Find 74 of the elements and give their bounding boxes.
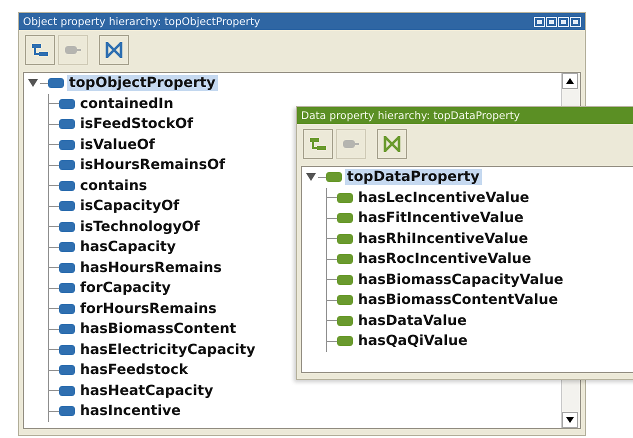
toolbar-button[interactable]	[99, 35, 129, 65]
hierarchy-icon	[309, 136, 327, 152]
property-icon	[337, 234, 353, 244]
toolbar-button[interactable]	[303, 129, 333, 159]
property-icon	[337, 254, 353, 264]
property-icon	[59, 98, 75, 109]
property-icon	[59, 180, 75, 191]
cross-icon	[105, 41, 123, 59]
tree-item[interactable]: hasBiomassCapacityValue	[356, 272, 566, 288]
cross-icon	[383, 135, 401, 153]
property-icon	[59, 344, 75, 355]
tree-item[interactable]: hasFitIncentiveValue	[356, 210, 526, 226]
property-icon	[59, 304, 75, 314]
tree-item[interactable]: hasHeatCapacity	[78, 382, 216, 399]
tree-item[interactable]: isFeedStockOf	[78, 116, 196, 132]
tree-item[interactable]: hasIncentive	[78, 403, 183, 420]
tree-item[interactable]: hasRhiIncentiveValue	[356, 230, 530, 247]
expand-arrow-icon[interactable]	[306, 172, 316, 182]
window-button-icon[interactable]	[570, 16, 581, 26]
tree-item[interactable]: forHoursRemains	[78, 300, 219, 317]
property-icon	[337, 274, 353, 285]
scroll-down-button[interactable]	[562, 412, 578, 428]
property-icon	[337, 336, 353, 346]
expand-arrow-icon[interactable]	[28, 78, 38, 88]
tree-item[interactable]: contains	[78, 178, 150, 194]
toolbar-button[interactable]	[25, 35, 55, 65]
property-icon	[59, 386, 75, 396]
tree-item[interactable]: topDataProperty	[345, 169, 482, 186]
property-icon	[337, 213, 353, 224]
tree-item[interactable]: hasElectricityCapacity	[78, 342, 258, 358]
window-button-icon[interactable]	[546, 16, 557, 26]
property-icon	[59, 324, 75, 334]
tree-item[interactable]: isTechnologyOf	[78, 218, 202, 235]
scroll-up-button[interactable]	[562, 73, 578, 89]
property-icon	[59, 406, 75, 416]
property-icon	[59, 160, 75, 170]
tree-item[interactable]: isHoursRemainsOf	[78, 157, 228, 174]
up-arrow-icon	[566, 78, 574, 84]
property-icon	[59, 283, 75, 294]
panel-title: Data property hierarchy: topDataProperty	[301, 110, 520, 122]
tree-item[interactable]: isCapacityOf	[78, 198, 182, 214]
remove-icon	[64, 43, 82, 57]
hierarchy-icon	[31, 42, 49, 58]
window-button-icon[interactable]	[558, 16, 569, 26]
panel-title: Object property hierarchy: topObjectProperty	[23, 16, 260, 28]
tree-item[interactable]: hasCapacity	[78, 239, 178, 256]
property-icon	[326, 172, 342, 182]
property-icon	[337, 316, 353, 326]
tree-item[interactable]: topObjectProperty	[67, 75, 218, 92]
tree-item[interactable]: hasLecIncentiveValue	[356, 190, 532, 206]
tree-item[interactable]: forCapacity	[78, 280, 173, 296]
property-icon	[59, 140, 75, 150]
tree-item[interactable]: containedIn	[78, 96, 176, 112]
toolbar-button[interactable]	[377, 129, 407, 159]
property-icon	[59, 365, 75, 376]
property-icon	[337, 192, 353, 203]
tree-item[interactable]: hasFeedstock	[78, 362, 190, 378]
property-icon	[59, 262, 75, 273]
remove-icon	[342, 137, 360, 151]
property-icon	[48, 78, 64, 88]
tree-item[interactable]: hasBiomassContent	[78, 321, 238, 338]
property-icon	[59, 201, 75, 212]
tree-item[interactable]: hasRocIncentiveValue	[356, 251, 534, 268]
tree-item[interactable]: hasHoursRemains	[78, 260, 224, 276]
tree-item[interactable]: isValueOf	[78, 136, 157, 153]
property-icon	[337, 295, 353, 306]
tree-item[interactable]: hasQaQiValue	[356, 333, 470, 350]
down-arrow-icon	[566, 417, 574, 423]
tree-item[interactable]: hasDataValue	[356, 312, 469, 329]
property-icon	[59, 242, 75, 252]
property-icon	[59, 119, 75, 130]
property-icon	[59, 222, 75, 232]
tree-item[interactable]: hasBiomassContentValue	[356, 292, 560, 308]
window-button-icon[interactable]	[534, 16, 545, 26]
